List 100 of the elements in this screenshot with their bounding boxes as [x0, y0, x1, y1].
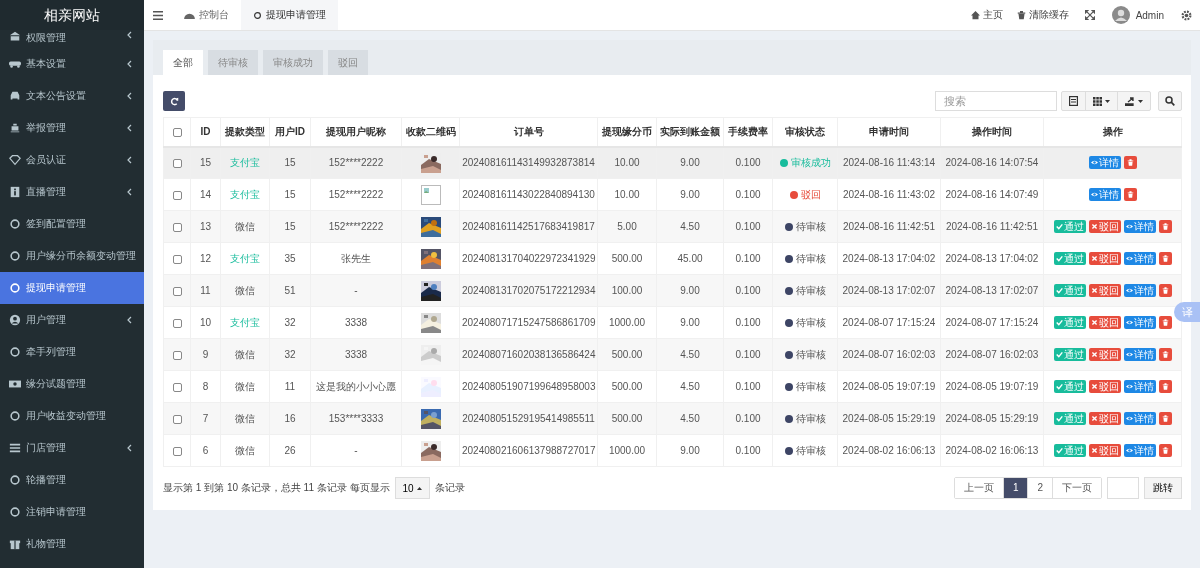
- table-cell: 张先生: [310, 242, 402, 275]
- column-header[interactable]: 操作: [1043, 117, 1182, 147]
- table-cell: 2024-08-16 11:42:51: [940, 210, 1044, 243]
- details-button[interactable]: 详情: [1123, 412, 1156, 425]
- sidebar-item[interactable]: 注销申请管理: [0, 496, 144, 528]
- settings-icon: [1181, 9, 1192, 21]
- delete-button[interactable]: [1158, 380, 1172, 393]
- details-button[interactable]: 详情: [1088, 188, 1121, 201]
- status-text: 待审核: [795, 219, 826, 234]
- details-button[interactable]: 详情: [1123, 316, 1156, 329]
- column-header[interactable]: 提现用户昵称: [310, 117, 402, 147]
- checkbox[interactable]: [172, 318, 182, 328]
- page-size-dropdown[interactable]: 10: [394, 477, 430, 499]
- details-button[interactable]: 详情: [1123, 348, 1156, 361]
- status-text: 待审核: [795, 315, 826, 330]
- delete-button[interactable]: [1158, 316, 1172, 329]
- reject-button[interactable]: 驳回: [1088, 316, 1121, 329]
- reject-button[interactable]: 驳回: [1088, 412, 1121, 425]
- column-header[interactable]: 订单号: [459, 117, 598, 147]
- delete-button[interactable]: [1123, 188, 1137, 201]
- search-field[interactable]: 搜索: [935, 91, 1057, 111]
- column-header[interactable]: ID: [190, 117, 221, 147]
- column-header[interactable]: 手续费率: [723, 117, 773, 147]
- column-header[interactable]: 用户ID: [269, 117, 311, 147]
- delete-button[interactable]: [1158, 220, 1172, 233]
- checkbox[interactable]: [172, 190, 182, 200]
- details-button[interactable]: 详情: [1123, 252, 1156, 265]
- column-header[interactable]: 提现缘分币: [597, 117, 657, 147]
- search-button[interactable]: [1158, 91, 1182, 111]
- info-icon: [9, 186, 21, 198]
- column-header[interactable]: 实际到账金额: [656, 117, 724, 147]
- sidebar-item[interactable]: 礼物管理: [0, 528, 144, 560]
- nav-link[interactable]: 主页: [963, 0, 1010, 30]
- checkbox[interactable]: [172, 286, 182, 296]
- sidebar-item[interactable]: 轮播管理: [0, 464, 144, 496]
- column-header[interactable]: 审核状态: [772, 117, 838, 147]
- reject-button[interactable]: 驳回: [1088, 284, 1121, 297]
- delete-button[interactable]: [1158, 284, 1172, 297]
- page-tab[interactable]: 提现申请管理: [241, 0, 338, 30]
- table-cell: 2024-08-05 19:07:19: [940, 370, 1044, 403]
- checkbox[interactable]: [172, 128, 182, 138]
- table-cell: 2024-08-05 15:29:19: [940, 402, 1044, 435]
- user-menu[interactable]: Admin: [1103, 0, 1172, 30]
- sidebar-item[interactable]: 用户管理: [0, 304, 144, 336]
- jump-button[interactable]: 跳转: [1144, 477, 1182, 499]
- delete-button[interactable]: [1158, 412, 1172, 425]
- delete-button[interactable]: [1158, 444, 1172, 457]
- sidebar-item[interactable]: 会员认证: [0, 144, 144, 176]
- column-header[interactable]: 提款类型: [220, 117, 270, 147]
- details-button[interactable]: 详情: [1123, 380, 1156, 393]
- filter-tab[interactable]: 全部: [163, 50, 203, 75]
- table-cell: 0.100: [723, 146, 773, 179]
- checkbox[interactable]: [172, 254, 182, 264]
- reject-button[interactable]: 驳回: [1088, 444, 1121, 457]
- delete-button[interactable]: [1158, 348, 1172, 361]
- table-cell: 500.00: [597, 242, 657, 275]
- checkbox[interactable]: [172, 159, 182, 169]
- sidebar-item[interactable]: 直播管理: [0, 176, 144, 208]
- column-header[interactable]: 申请时间: [837, 117, 941, 147]
- page-button[interactable]: 下一页: [1052, 478, 1101, 498]
- sidebar-item[interactable]: 用户收益变动管理: [0, 400, 144, 432]
- refresh-button[interactable]: [163, 91, 185, 111]
- sidebar-item[interactable]: 文本公告设置: [0, 80, 144, 112]
- sidebar-item[interactable]: 用户缘分币余额变动管理: [0, 240, 144, 272]
- lamp-icon: [9, 122, 21, 134]
- table-cell: 0.100: [723, 338, 773, 371]
- sidebar-item[interactable]: 牵手列管理: [0, 336, 144, 368]
- details-button[interactable]: 详情: [1088, 156, 1121, 170]
- checkbox[interactable]: [172, 222, 182, 232]
- delete-button[interactable]: [1123, 156, 1137, 170]
- checkbox[interactable]: [172, 446, 182, 456]
- sidebar-item[interactable]: 基本设置: [0, 48, 144, 80]
- details-button[interactable]: 详情: [1123, 284, 1156, 297]
- table-cell: 2024-08-16 14:07:54: [940, 146, 1044, 179]
- page-button[interactable]: 1: [1002, 478, 1028, 498]
- sidebar-item[interactable]: 提现申请管理: [0, 272, 144, 304]
- sidebar-item[interactable]: 权限管理: [0, 30, 144, 48]
- reject-button[interactable]: 驳回: [1088, 220, 1121, 233]
- table-cell: 4.50: [656, 402, 724, 435]
- details-button[interactable]: 详情: [1123, 220, 1156, 233]
- checkbox[interactable]: [172, 350, 182, 360]
- sidebar-item[interactable]: 举报管理: [0, 112, 144, 144]
- checkbox[interactable]: [172, 414, 182, 424]
- details-button[interactable]: 详情: [1123, 444, 1156, 457]
- nav-link[interactable]: 清除缓存: [1009, 0, 1076, 30]
- page-number-field[interactable]: [1107, 477, 1139, 499]
- delete-button[interactable]: [1158, 252, 1172, 265]
- reject-button[interactable]: 驳回: [1088, 380, 1121, 393]
- checkbox[interactable]: [172, 382, 182, 392]
- sidebar-item[interactable]: 缘分试题管理: [0, 368, 144, 400]
- sidebar-item[interactable]: 签到配置管理: [0, 208, 144, 240]
- sidebar-item[interactable]: 门店管理: [0, 432, 144, 464]
- status-text: 待审核: [795, 283, 826, 298]
- page-tab[interactable]: 控制台: [172, 0, 241, 30]
- reject-button[interactable]: 驳回: [1088, 252, 1121, 265]
- reject-button[interactable]: 驳回: [1088, 348, 1121, 361]
- list-icon: [9, 442, 21, 454]
- column-header[interactable]: 收款二维码: [401, 117, 460, 147]
- circle-icon: [253, 10, 262, 20]
- column-header[interactable]: 操作时间: [940, 117, 1044, 147]
